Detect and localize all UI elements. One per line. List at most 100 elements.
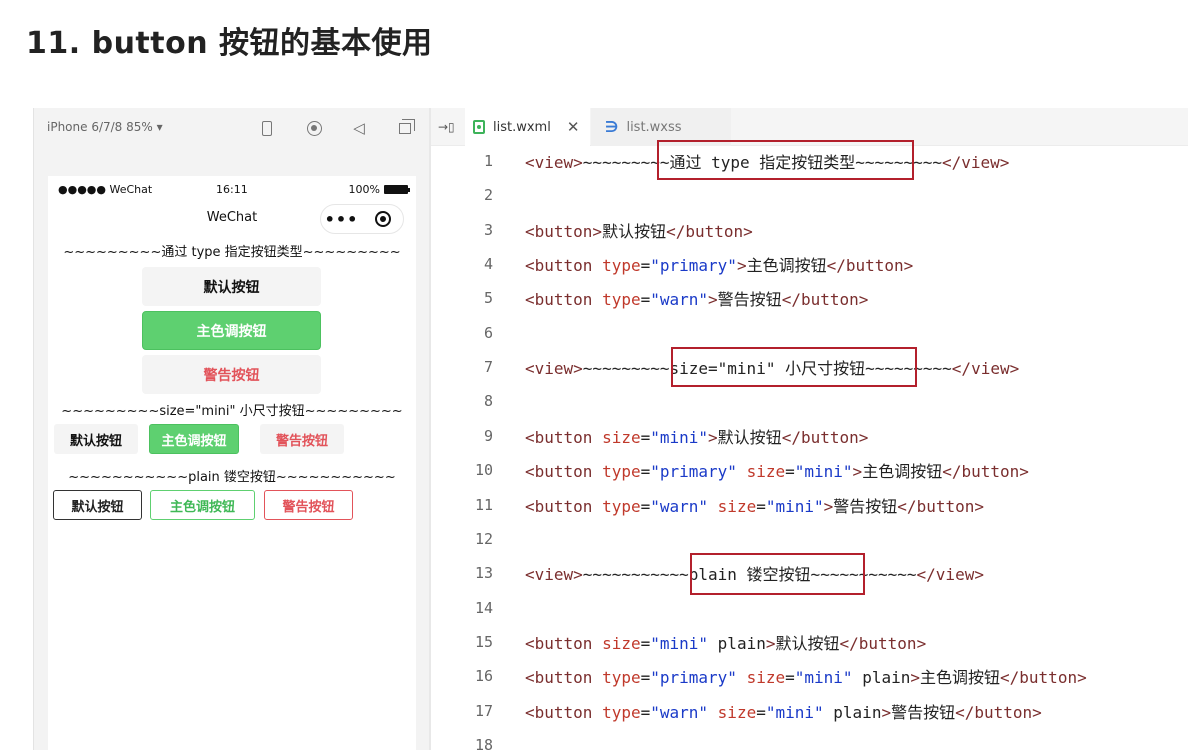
- code-line[interactable]: 10 <button type="primary" size="mini">主色调…: [431, 453, 1188, 487]
- code-line[interactable]: 11 <button type="warn" size="mini">警告按钮</…: [431, 488, 1188, 522]
- plain-primary-button[interactable]: 主色调按钮: [150, 490, 255, 520]
- code-token: </button>: [942, 462, 1029, 482]
- code-line[interactable]: 2: [431, 178, 1188, 212]
- code-token: </button>: [1000, 668, 1087, 688]
- section-size-label: ~~~~~~~~~size="mini" 小尺寸按钮~~~~~~~~~: [61, 404, 403, 419]
- code-line[interactable]: 12: [431, 522, 1188, 556]
- code-text: <button type="primary">主色调按钮</button>: [525, 252, 913, 276]
- code-token: "warn": [650, 496, 709, 516]
- code-token: </button>: [781, 290, 869, 310]
- code-token: =: [640, 496, 651, 516]
- code-line[interactable]: 4 <button type="primary">主色调按钮</button>: [431, 247, 1188, 281]
- code-token: type: [602, 496, 641, 516]
- code-token: <view>: [525, 153, 583, 172]
- code-token: =: [785, 462, 795, 482]
- code-token: size: [746, 462, 786, 482]
- nav-bar: WeChat •••: [48, 202, 416, 236]
- code-line[interactable]: 15 <button size="mini" plain>默认按钮</button…: [431, 625, 1188, 659]
- code-token: >: [852, 462, 863, 482]
- code-token: </button>: [897, 496, 984, 516]
- plain-warn-button[interactable]: 警告按钮: [264, 490, 353, 520]
- line-number: 2: [483, 186, 493, 205]
- line-number: 15: [474, 632, 493, 651]
- primary-button[interactable]: 主色调按钮: [142, 311, 321, 350]
- battery-percent: 100%: [348, 183, 380, 196]
- code-token: >: [881, 702, 892, 722]
- line-number: 9: [483, 426, 493, 445]
- code-token: =: [640, 462, 651, 482]
- code-token: <button: [525, 496, 603, 516]
- code-token: </button>: [839, 633, 927, 653]
- code-token: =: [640, 702, 651, 722]
- code-token: =: [640, 668, 651, 688]
- code-token: "primary": [650, 462, 737, 482]
- default-button[interactable]: 默认按钮: [142, 267, 321, 306]
- section-plain-label: ~~~~~~~~~~~plain 镂空按钮~~~~~~~~~~~: [68, 470, 396, 485]
- code-text: <button type="warn">警告按钮</button>: [525, 286, 868, 310]
- code-token: "mini": [794, 668, 853, 688]
- code-token: 默认按钮: [775, 633, 840, 653]
- record-icon[interactable]: [303, 117, 325, 139]
- code-text: <button type="warn" size="mini">警告按钮</bu…: [525, 493, 984, 517]
- plain-default-button[interactable]: 默认按钮: [53, 490, 142, 520]
- device-select[interactable]: iPhone 6/7/8 85% ▾: [47, 120, 163, 134]
- code-line[interactable]: 8: [431, 384, 1188, 418]
- code-token: </button>: [781, 427, 869, 447]
- code-token: type: [602, 256, 641, 276]
- code-editor: →▯ list.wxml ✕ ∋ list.wxss 1 <view>~~~~~~…: [431, 108, 1188, 750]
- line-number: 3: [483, 220, 493, 239]
- toggle-tree-icon[interactable]: →▯: [438, 120, 455, 134]
- code-token: type: [602, 668, 641, 688]
- code-token: type: [602, 702, 641, 722]
- code-token: type: [602, 290, 641, 310]
- line-number: 6: [483, 323, 493, 342]
- tab-list-wxml[interactable]: list.wxml ✕: [465, 108, 590, 146]
- close-icon[interactable]: ✕: [567, 118, 580, 136]
- mini-default-button[interactable]: 默认按钮: [54, 424, 138, 454]
- code-token: "mini": [765, 496, 824, 516]
- code-line[interactable]: 17 <button type="warn" size="mini" plain>…: [431, 694, 1188, 728]
- code-token: type: [602, 462, 641, 482]
- code-token: "mini": [794, 462, 853, 482]
- sound-icon[interactable]: ◁: [348, 117, 370, 139]
- phone-icon[interactable]: [256, 117, 278, 139]
- code-token: <button: [525, 290, 603, 310]
- window-icon[interactable]: [394, 117, 416, 139]
- code-token: plain: [833, 702, 882, 722]
- code-token: <button: [525, 256, 603, 276]
- code-token: </view>: [951, 359, 1020, 379]
- code-token: size: [602, 633, 641, 653]
- code-token: >: [708, 290, 718, 310]
- code-text: <button>默认按钮</button>: [525, 218, 753, 242]
- warn-button[interactable]: 警告按钮: [142, 355, 321, 394]
- code-text: <button size="mini" plain>默认按钮</button>: [525, 630, 926, 654]
- code-line[interactable]: 6: [431, 316, 1188, 350]
- code-line[interactable]: 3 <button>默认按钮</button>: [431, 213, 1188, 247]
- code-line[interactable]: 14: [431, 591, 1188, 625]
- code-token: <button: [525, 668, 603, 688]
- code-token: <button: [525, 427, 603, 447]
- code-token: </button>: [955, 702, 1042, 722]
- highlight-box-size: [671, 347, 917, 387]
- code-token: >: [910, 668, 920, 688]
- code-token: "mini": [650, 633, 709, 653]
- mini-primary-button[interactable]: 主色调按钮: [149, 424, 239, 454]
- close-miniprogram-icon[interactable]: [362, 211, 403, 227]
- code-line[interactable]: 5 <button type="warn">警告按钮</button>: [431, 281, 1188, 315]
- code-line[interactable]: 16 <button type="primary" size="mini" pla…: [431, 659, 1188, 693]
- simulator-toolbar: iPhone 6/7/8 85% ▾ ◁: [34, 108, 430, 148]
- code-line[interactable]: 18: [431, 728, 1188, 750]
- code-line[interactable]: 9 <button size="mini">默认按钮</button>: [431, 419, 1188, 453]
- mini-warn-button[interactable]: 警告按钮: [260, 424, 344, 454]
- code-token: 警告按钮: [891, 702, 956, 722]
- more-icon[interactable]: •••: [321, 210, 362, 229]
- code-token: </button>: [666, 221, 753, 241]
- battery-indicator: 100%: [348, 183, 410, 196]
- line-number: 11: [474, 495, 493, 514]
- page-title: 11. button 按钮的基本使用: [26, 26, 433, 61]
- line-number: 16: [474, 667, 493, 686]
- line-number: 14: [474, 598, 493, 617]
- line-number: 8: [483, 392, 493, 411]
- simulator-panel: iPhone 6/7/8 85% ▾ ◁ ●●●●● WeChat 16:11 …: [33, 108, 429, 750]
- code-token: >: [708, 427, 718, 447]
